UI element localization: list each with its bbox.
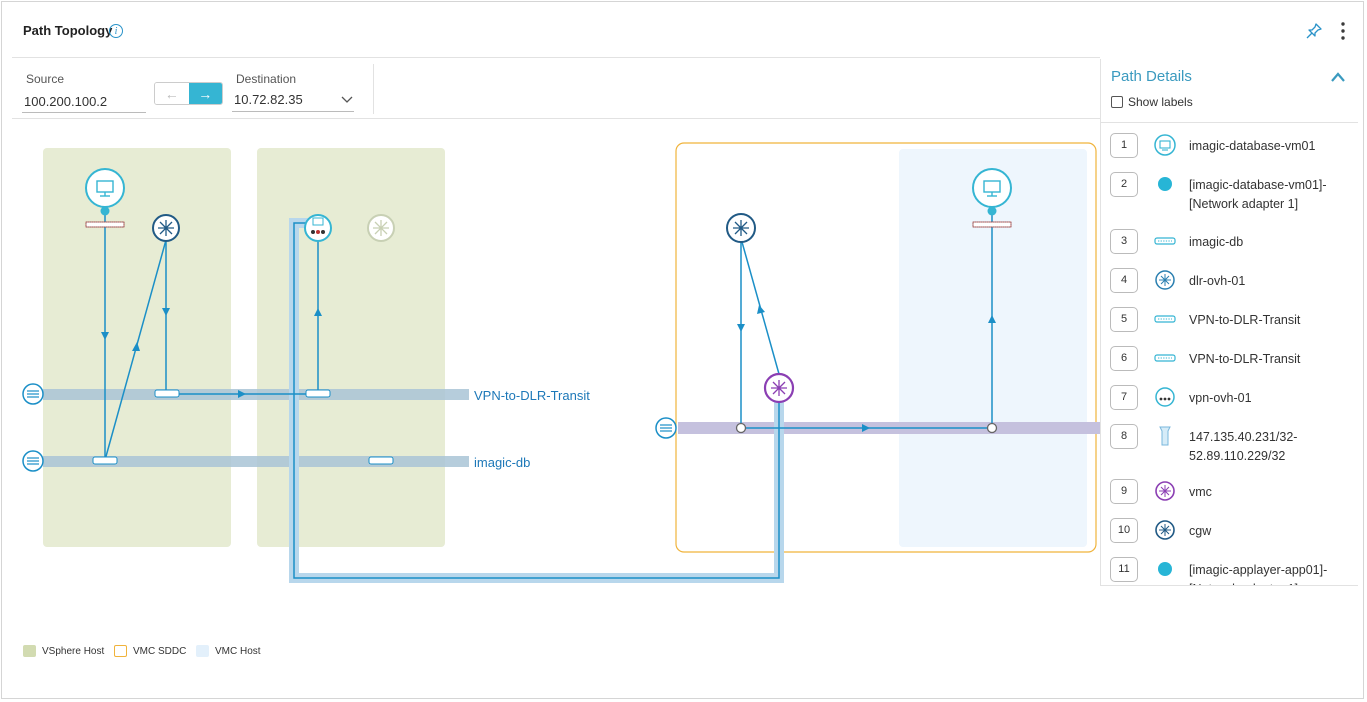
port-icon[interactable]: [154, 389, 180, 398]
row-label: dlr-ovh-01: [1189, 274, 1246, 288]
segment-label-vpn-to-dlr-transit[interactable]: VPN-to-DLR-Transit: [474, 388, 590, 403]
row-label: vpn-ovh-01: [1189, 391, 1252, 405]
switch-icon: [1154, 237, 1176, 245]
checkbox-box[interactable]: [1111, 96, 1123, 108]
row-number: 4: [1110, 268, 1138, 293]
network-adapter-icon: [1158, 177, 1172, 191]
more-vertical-icon[interactable]: [1335, 21, 1351, 41]
row-number: 5: [1110, 307, 1138, 332]
legend-label: VSphere Host: [42, 645, 105, 657]
switch-icon: [1154, 315, 1176, 323]
gateway-icon: [1155, 520, 1175, 540]
path-arrow: [757, 305, 765, 314]
row-number: 10: [1110, 518, 1138, 543]
chevron-up-icon[interactable]: [1330, 71, 1346, 83]
row-number: 11: [1110, 557, 1138, 582]
vpn-tunnel-icon: [1159, 426, 1171, 446]
legend-swatch: [196, 645, 209, 657]
router-icon: [1155, 270, 1175, 290]
router-icon[interactable]: [152, 214, 180, 242]
panel-divider: [1101, 122, 1358, 123]
row-number: 7: [1110, 385, 1138, 410]
vmc-router-icon: [1155, 481, 1175, 501]
row-number: 8: [1110, 424, 1138, 449]
row-label: imagic-database-vm01: [1189, 139, 1316, 153]
vm-icon: [1154, 134, 1176, 156]
legend-item: VMC Host: [196, 645, 261, 657]
show-labels-text: Show labels: [1128, 95, 1193, 109]
segment-icon[interactable]: [22, 383, 44, 405]
legend-label: VMC Host: [215, 645, 261, 657]
row-label: vmc: [1189, 485, 1212, 499]
port-icon[interactable]: [305, 389, 331, 398]
segment-label-imagic-db[interactable]: imagic-db: [474, 455, 530, 470]
legend-swatch: [23, 645, 36, 657]
path-arrow: [737, 324, 745, 332]
legend-label: VMC SDDC: [133, 645, 187, 657]
row-number: 3: [1110, 229, 1138, 254]
port-icon[interactable]: [368, 456, 394, 465]
router-icon[interactable]: [367, 214, 395, 242]
path-details-title: Path Details: [1111, 68, 1192, 85]
port-icon[interactable]: [735, 422, 747, 434]
gateway-icon[interactable]: [726, 213, 756, 243]
segment-icon[interactable]: [22, 450, 44, 472]
vmc-router-icon[interactable]: [763, 372, 795, 404]
row-label: cgw: [1189, 524, 1212, 538]
row-label: [imagic-database-vm01]-[Network adapter …: [1189, 178, 1327, 211]
vsphere-host-box: [257, 148, 445, 547]
path-topology-card: Path Topology i Source ← → Destination 1…: [1, 1, 1364, 699]
row-label: VPN-to-DLR-Transit: [1189, 352, 1301, 366]
segment-icon[interactable]: [655, 417, 677, 439]
row-number: 6: [1110, 346, 1138, 371]
port-icon[interactable]: [986, 422, 998, 434]
row-label: 147.135.40.231/32-52.89.110.229/32: [1189, 430, 1298, 463]
row-label: VPN-to-DLR-Transit: [1189, 313, 1301, 327]
pin-icon[interactable]: [1305, 22, 1323, 40]
topology-canvas: [22, 142, 1100, 583]
vpn-icon[interactable]: [304, 214, 332, 242]
switch-icon: [1154, 354, 1176, 362]
path-details-panel: Path Details Show labels 1 imagic-databa…: [1100, 59, 1358, 586]
port-icon[interactable]: [92, 456, 118, 465]
row-number: 1: [1110, 133, 1138, 158]
network-adapter-icon: [1158, 562, 1172, 576]
row-label: [imagic-applayer-app01]-[Network adapter…: [1189, 563, 1328, 585]
row-label: imagic-db: [1189, 235, 1244, 249]
legend-swatch: [114, 645, 127, 657]
show-labels-checkbox[interactable]: Show labels: [1111, 95, 1193, 109]
legend-item: VMC SDDC: [114, 645, 186, 657]
row-number: 2: [1110, 172, 1138, 197]
legend-item: VSphere Host: [23, 645, 104, 657]
row-number: 9: [1110, 479, 1138, 504]
vpn-icon: [1155, 387, 1175, 407]
